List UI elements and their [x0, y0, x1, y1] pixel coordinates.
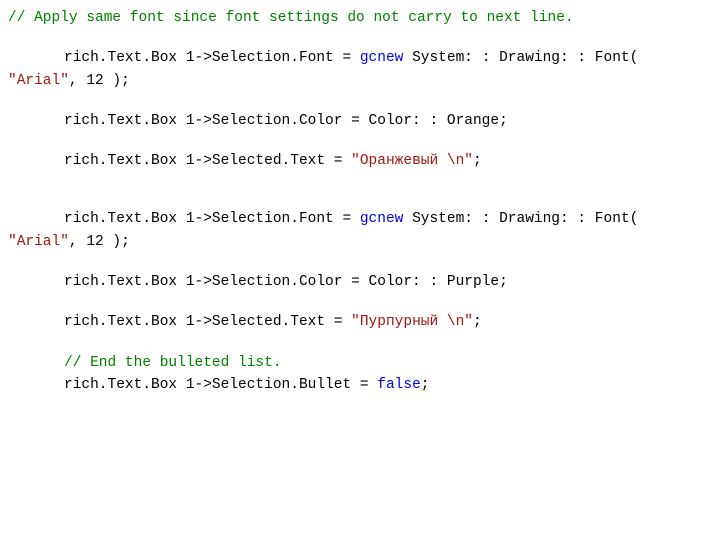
code-text: rich.Text.Box 1->Selected.Text =	[64, 153, 351, 169]
code-line: rich.Text.Box 1->Selected.Text = "Оранже…	[8, 151, 712, 171]
code-line-comment: // End the bulleted list.	[8, 353, 712, 373]
code-line-comment: // Apply same font since font settings d…	[8, 8, 712, 28]
code-line: rich.Text.Box 1->Selection.Font = gcnew …	[8, 209, 712, 229]
code-text: System: : Drawing: : Font(	[403, 50, 647, 66]
string-literal: "Arial"	[8, 73, 69, 89]
code-text: System: : Drawing: : Font(	[403, 211, 647, 227]
code-line: rich.Text.Box 1->Selected.Text = "Пурпур…	[8, 312, 712, 332]
code-text: , 12 );	[69, 234, 130, 250]
code-text: , 12 );	[69, 73, 130, 89]
comment-text: // End the bulleted list.	[64, 355, 282, 371]
blank-line	[8, 191, 712, 209]
code-line: rich.Text.Box 1->Selection.Font = gcnew …	[8, 48, 712, 68]
code-line: rich.Text.Box 1->Selection.Color = Color…	[8, 272, 712, 292]
keyword-false: false	[377, 377, 421, 393]
keyword-gcnew: gcnew	[360, 50, 404, 66]
code-line: rich.Text.Box 1->Selection.Bullet = fals…	[8, 375, 712, 395]
code-text: ;	[473, 153, 482, 169]
blank-line	[8, 133, 712, 151]
blank-line	[8, 254, 712, 272]
code-text: rich.Text.Box 1->Selection.Bullet =	[64, 377, 377, 393]
blank-line	[8, 173, 712, 191]
code-text: rich.Text.Box 1->Selection.Color = Color…	[64, 113, 508, 129]
code-text: rich.Text.Box 1->Selection.Color = Color…	[64, 274, 508, 290]
blank-line	[8, 335, 712, 353]
comment-text: // Apply same font since font settings d…	[8, 10, 574, 26]
code-line: rich.Text.Box 1->Selection.Color = Color…	[8, 111, 712, 131]
code-line-wrap: "Arial", 12 );	[8, 71, 712, 91]
string-literal: "Пурпурный \n"	[351, 314, 473, 330]
code-text: rich.Text.Box 1->Selection.Font =	[64, 50, 360, 66]
blank-line	[8, 93, 712, 111]
blank-line	[8, 30, 712, 48]
keyword-gcnew: gcnew	[360, 211, 404, 227]
code-text: rich.Text.Box 1->Selection.Font =	[64, 211, 360, 227]
code-line-wrap: "Arial", 12 );	[8, 232, 712, 252]
code-text: ;	[473, 314, 482, 330]
code-text: ;	[421, 377, 430, 393]
code-text: rich.Text.Box 1->Selected.Text =	[64, 314, 351, 330]
string-literal: "Arial"	[8, 234, 69, 250]
string-literal: "Оранжевый \n"	[351, 153, 473, 169]
blank-line	[8, 294, 712, 312]
